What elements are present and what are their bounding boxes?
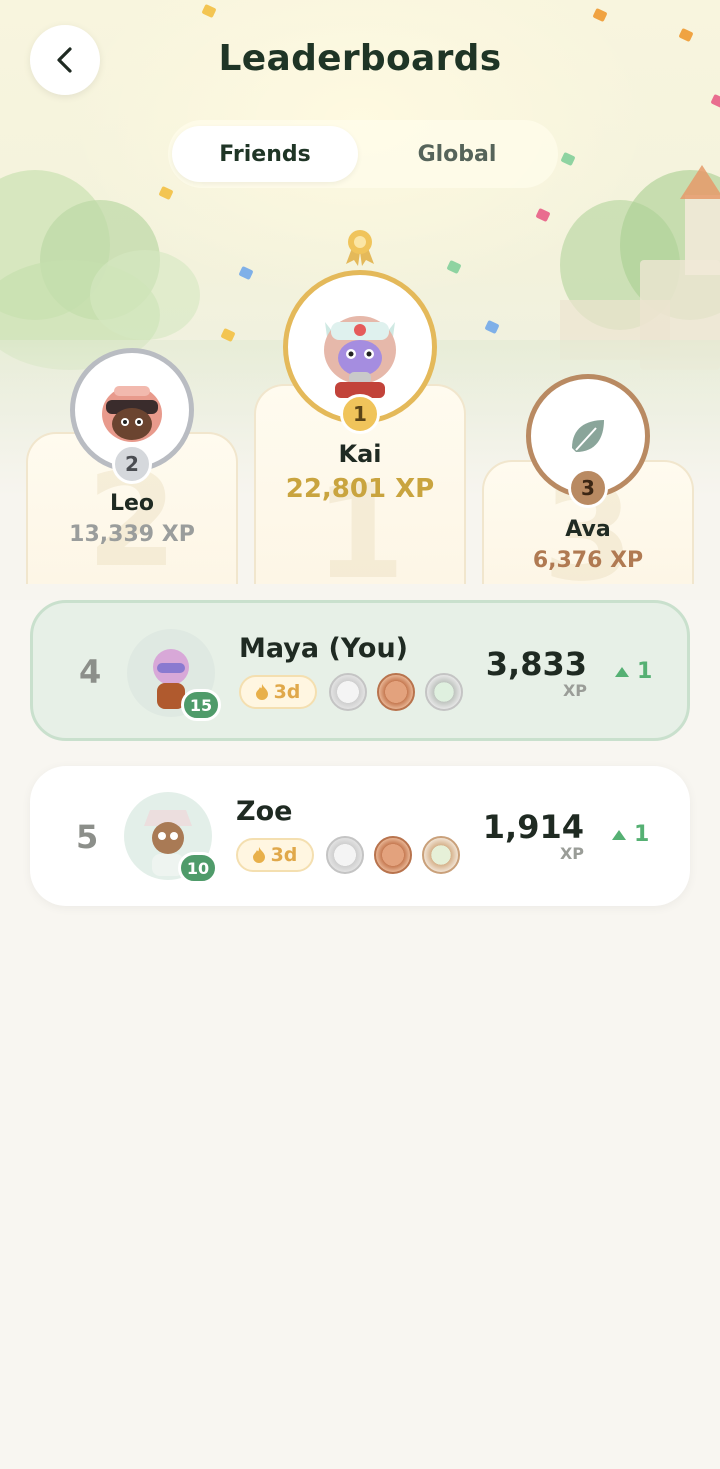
bronze-medal-icon	[377, 673, 415, 711]
tab-friends[interactable]: Friends	[172, 126, 358, 182]
rank-change: 1	[612, 822, 649, 847]
rank-badge-2: 2	[112, 444, 152, 484]
podium-third-xp: 6,376 XP	[532, 548, 644, 573]
leaderboard-scope-tabs: Friends Global	[168, 120, 558, 188]
row-rank: 4	[79, 653, 102, 691]
streak-label: 3d	[273, 681, 301, 703]
leaf-icon	[572, 420, 604, 452]
podium-third-name: Ava	[565, 517, 611, 542]
page-title: Leaderboards	[218, 38, 502, 79]
podium-first-name: Kai	[338, 440, 382, 468]
tab-global[interactable]: Global	[364, 126, 550, 182]
podium-first-xp: 22,801 XP	[285, 474, 435, 504]
rank-change-value: 1	[634, 822, 650, 847]
rank-badge-3: 3	[568, 468, 608, 508]
bronze-medal-icon	[374, 836, 412, 874]
row-rank: 5	[76, 818, 99, 856]
podium-second-name: Leo	[109, 491, 155, 516]
level-badge: 15	[181, 689, 221, 721]
leaderboard-row[interactable]: 5 10 Zoe 3d 1,914 XP 1	[30, 766, 690, 906]
streak-label: 3d	[270, 844, 298, 866]
avatar-leo	[102, 386, 162, 442]
flame-icon	[255, 684, 268, 700]
podium-second-xp: 13,339 XP	[69, 522, 195, 547]
arrow-up-icon	[615, 666, 629, 677]
arrow-up-icon	[612, 829, 626, 840]
rank-change-value: 1	[637, 659, 653, 684]
flame-icon	[252, 847, 265, 863]
streak-badge: 3d	[239, 675, 317, 709]
xp-value: 3,833	[485, 645, 587, 683]
calendar-check-medal-icon	[425, 673, 463, 711]
leaderboard-row-you[interactable]: 4 15 Maya (You) 3d 3,833 XP 1	[30, 600, 690, 741]
row-name: Zoe	[236, 796, 293, 827]
avatar-kai	[324, 316, 396, 398]
streak-badge: 3d	[236, 838, 314, 872]
silver-trophy-medal-icon	[329, 673, 367, 711]
calendar-check-medal-icon	[422, 836, 460, 874]
rank-change: 1	[615, 659, 652, 684]
row-name: Maya (You)	[239, 633, 409, 664]
xp-unit: XP	[559, 844, 584, 863]
xp-unit: XP	[562, 681, 587, 700]
level-badge: 10	[178, 852, 218, 884]
silver-trophy-medal-icon	[326, 836, 364, 874]
rank-badge-1: 1	[340, 394, 380, 434]
xp-value: 1,914	[482, 808, 584, 846]
medal-ribbon-icon	[346, 230, 374, 266]
